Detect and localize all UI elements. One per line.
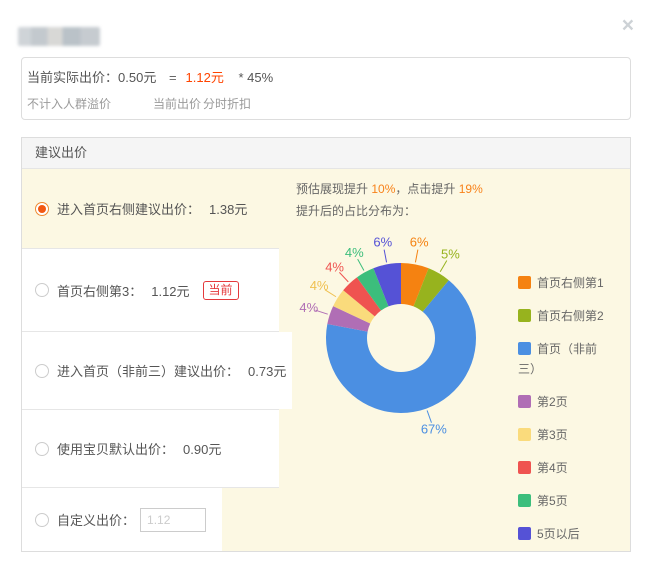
legend-swatch [518,494,531,507]
radio-icon[interactable] [35,283,49,297]
legend-label: 5页以后 [537,527,580,541]
legend-swatch [518,395,531,408]
option-label: 进入首页（非前三）建议出价： [57,361,239,380]
base-price: 1.12元 [186,70,224,85]
option-label: 进入首页右侧建议出价： [57,199,200,218]
suggest-bid-content: 进入首页右侧建议出价： 1.38元 首页右侧第3： 1.12元 当前 进入首页（… [22,169,630,551]
legend-item[interactable]: 第5页 [518,491,610,511]
label-leader-line [440,261,447,272]
legend-swatch [518,527,531,540]
suggest-bid-box: 建议出价 进入首页右侧建议出价： 1.38元 首页右侧第3： 1.12元 当前 [21,137,631,552]
bid-option-custom[interactable]: 自定义出价： [22,488,222,551]
footnote-time-discount: 分时折扣 [203,95,251,112]
pie-slice-label: 4% [325,259,344,274]
current-bid-box: 当前实际出价：0.50元 = 1.12元 * 45% 不计入人群溢价 当前出价 分… [21,57,631,120]
option-value: 1.12元 [151,281,189,300]
legend-label: 第5页 [537,494,568,508]
label-leader-line [384,250,386,263]
legend-item[interactable]: 第3页 [518,425,610,445]
legend-label: 首页右侧第2 [537,309,604,323]
bid-suggestion-dialog: × 当前实际出价：0.50元 = 1.12元 * 45% 不计入人群溢价 当前出价… [0,0,654,576]
legend-item[interactable]: 第4页 [518,458,610,478]
current-bid-actual: 0.50元 [118,70,156,85]
legend-item[interactable]: 首页右侧第1 [518,273,610,293]
suggest-bid-header: 建议出价 [22,138,630,169]
chart-panel: 预估展现提升 10%，点击提升 19% 提升后的占比分布为： 6%5%67%4%… [222,169,630,551]
footnote-current-bid: 当前出价 [153,95,201,112]
pie-slice-label: 67% [421,421,447,436]
pie-slice-label: 4% [299,300,318,315]
dialog-title-redacted [18,27,100,46]
legend-swatch [518,276,531,289]
legend-swatch [518,428,531,441]
legend-item[interactable]: 首页右侧第2 [518,306,610,326]
option-label: 首页右侧第3： [57,281,142,300]
option-value: 0.90元 [183,439,221,458]
discount-multiplier: * 45% [238,70,273,85]
legend-label: 首页右侧第1 [537,276,604,290]
equals-sign: = [169,70,177,85]
legend-item[interactable]: 第2页 [518,392,610,412]
radio-icon[interactable] [35,364,49,378]
current-bid-label: 当前实际出价： [27,70,118,85]
radio-icon[interactable] [35,513,49,527]
label-leader-line [415,250,417,263]
legend-item[interactable]: 首页（非前三） [518,339,610,379]
legend-swatch [518,309,531,322]
legend-swatch [518,342,531,355]
pie-slice-label: 6% [410,235,429,250]
custom-bid-input[interactable] [140,508,206,532]
legend-label: 第2页 [537,395,568,409]
label-leader-line [358,259,364,270]
legend-item[interactable]: 5页以后 [518,524,610,544]
chart-legend: 首页右侧第1 首页右侧第2 首页（非前三） 第2页第3页第4页第5页 5页以后 [518,273,610,557]
pie-slice-label: 4% [310,278,329,293]
radio-selected-icon[interactable] [35,202,49,216]
legend-label: 第4页 [537,461,568,475]
pie-slice-label: 6% [373,235,392,250]
pie-slice-label: 4% [345,245,364,260]
close-icon[interactable]: × [622,16,634,36]
legend-label: 第3页 [537,428,568,442]
current-bid-formula: 当前实际出价：0.50元 = 1.12元 * 45% [27,67,630,86]
footnote-crowd-premium: 不计入人群溢价 [27,95,111,112]
pie-slice-label: 5% [441,247,460,262]
legend-swatch [518,461,531,474]
option-label: 自定义出价： [57,510,135,529]
current-bid-footnotes: 不计入人群溢价 当前出价 分时折扣 [27,95,630,111]
option-label: 使用宝贝默认出价： [57,439,174,458]
radio-icon[interactable] [35,442,49,456]
